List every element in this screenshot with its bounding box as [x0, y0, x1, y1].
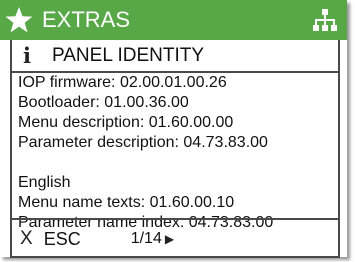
page-indicator: 1/14 [130, 230, 162, 247]
identity-list: IOP firmware: 02.00.01.00.26 Bootloader:… [18, 73, 336, 233]
app-window: EXTRAS i PANEL IDENTITY IOP firmware: 02… [0, 0, 347, 258]
footer-bar: X ESC 1/14 ▶ [12, 218, 338, 258]
panel-title: PANEL IDENTITY [52, 45, 205, 66]
panel-identity: i PANEL IDENTITY IOP firmware: 02.00.01.… [10, 40, 340, 258]
network-tree-icon[interactable] [313, 8, 337, 32]
iop-firmware-line: IOP firmware: 02.00.01.00.26 [18, 74, 227, 91]
parameter-description-line: Parameter description: 04.73.83.00 [18, 134, 268, 151]
menu-description-line: Menu description: 01.60.00.00 [18, 114, 234, 131]
language-line: English [18, 174, 71, 191]
panel-header: i PANEL IDENTITY [12, 40, 338, 73]
next-page-icon[interactable]: ▶ [165, 224, 174, 254]
title-bar: EXTRAS [0, 0, 347, 40]
esc-button[interactable]: ESC [44, 224, 81, 254]
close-icon[interactable]: X [20, 224, 33, 254]
star-icon [5, 7, 33, 33]
info-icon: i [23, 43, 31, 68]
bootloader-line: Bootloader: 01.00.36.00 [18, 94, 189, 111]
page-title: EXTRAS [42, 7, 131, 32]
menu-name-texts-line: Menu name texts: 01.60.00.10 [18, 194, 235, 211]
